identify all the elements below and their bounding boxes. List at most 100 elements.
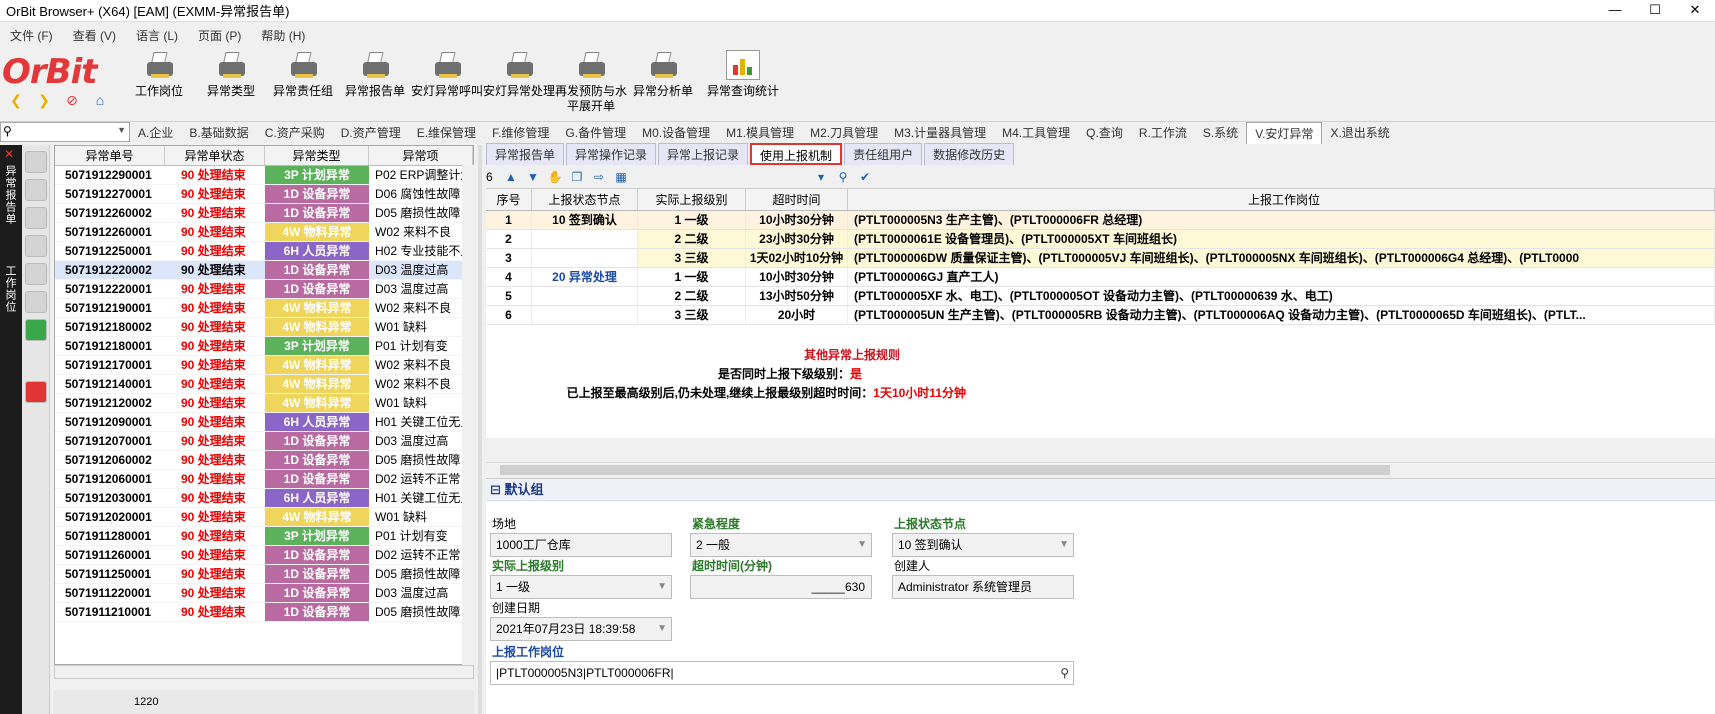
timeout-field[interactable]: _____630 [690,575,872,599]
edit-icon[interactable] [25,207,47,229]
node-select[interactable]: 10 签到确认 ▼ [892,533,1074,557]
alarm-icon[interactable] [25,381,47,403]
document-icon[interactable] [25,151,47,173]
module-tab[interactable]: E.维保管理 [409,122,484,144]
table-row[interactable]: 5071912060001 90 处理结束 1D 设备异常 D02 运转不正常 [55,470,473,489]
table-row[interactable]: 4 20 异常处理 1 一级 10小时30分钟 (PTLT000006GJ 直产工人) [486,268,1715,287]
table-row[interactable]: 5071912260001 90 处理结束 4W 物料异常 W02 来料不良 [55,223,473,242]
module-tab[interactable]: G.备件管理 [557,122,634,144]
delete-icon[interactable] [25,291,47,313]
vertical-scrollbar[interactable] [462,165,474,665]
toolbar-button-type[interactable]: 异常类型 [194,50,268,99]
copy-icon[interactable]: ❐ [568,169,586,185]
posts-field[interactable]: |PTLT000005N3|PTLT000006FR| ⚲ [490,661,1074,685]
column-header[interactable]: 异常类型 [265,146,369,165]
column-header[interactable]: 实际上报级别 [638,189,746,210]
toolbar-button-report[interactable]: 异常报告单 [338,50,412,99]
module-tab[interactable]: M0.设备管理 [634,122,718,144]
module-tab[interactable]: M2.刀具管理 [802,122,886,144]
tab-responsible-users[interactable]: 责任组用户 [844,143,923,165]
table-row[interactable]: 5071912090001 90 处理结束 6H 人员异常 H01 关键工位无人 [55,413,473,432]
dropdown-icon[interactable]: ▾ [812,169,830,185]
menu-page[interactable]: 页面 (P) [188,27,251,44]
table-row[interactable]: 5071912070001 90 处理结束 1D 设备异常 D03 温度过高 [55,432,473,451]
module-tab[interactable]: R.工作流 [1131,122,1195,144]
sidebar-item-report[interactable]: 异常报告单 [2,165,18,225]
group-header[interactable]: ⊟ 默认组 [486,479,1715,501]
table-row[interactable]: 5071912140001 90 处理结束 4W 物料异常 W02 来料不良 [55,375,473,394]
module-tab[interactable]: M3.计量器具管理 [886,122,994,144]
level-select[interactable]: 1 一级 ▼ [490,575,672,599]
urgency-select[interactable]: 2 一般 ▼ [690,533,872,557]
toolbar-button-post[interactable]: 工作岗位 [122,50,196,99]
table-row[interactable]: 5071912250001 90 处理结束 6H 人员异常 H02 专业技能不足 [55,242,473,261]
tab-report[interactable]: 异常报告单 [486,143,565,165]
menu-file[interactable]: 文件 (F) [0,27,63,44]
stop-icon[interactable]: ⊘ [60,90,84,110]
forward-icon[interactable]: ❯ [32,90,56,110]
toolbar-button-andon-call[interactable]: 安灯异常呼叫 [410,50,484,99]
module-tab[interactable]: B.基础数据 [181,122,256,144]
menu-view[interactable]: 查看 (V) [63,27,126,44]
table-row[interactable]: 5071912190001 90 处理结束 4W 物料异常 W02 来料不良 [55,299,473,318]
document-icon[interactable] [25,179,47,201]
table-row[interactable]: 5071912180002 90 处理结束 4W 物料异常 W01 缺料 [55,318,473,337]
table-row[interactable]: 1 10 签到确认 1 一级 10小时30分钟 (PTLT000005N3 生产主管)、… [486,211,1715,230]
menu-language[interactable]: 语言 (L) [126,27,188,44]
module-tab[interactable]: Q.查询 [1078,122,1131,144]
horizontal-scrollbar[interactable] [486,462,1715,476]
collapse-icon[interactable]: ⊟ [490,482,505,497]
columns-icon[interactable]: ▦ [612,169,630,185]
table-row[interactable]: 5071911250001 90 处理结束 1D 设备异常 D05 磨损性故障 [55,565,473,584]
close-icon[interactable]: ✕ [4,147,14,161]
table-row[interactable]: 5071912180001 90 处理结束 3P 计划异常 P01 计划有变 [55,337,473,356]
column-header[interactable]: 异常单状态 [165,146,265,165]
splitter[interactable] [478,145,482,714]
table-row[interactable]: 5071912260002 90 处理结束 1D 设备异常 D05 磨损性故障 [55,204,473,223]
table-row[interactable]: 5071911280001 90 处理结束 3P 计划异常 P01 计划有变 [55,527,473,546]
chevron-down-icon[interactable]: ✔ [856,169,874,185]
excel-icon[interactable] [25,319,47,341]
toolbar-button-andon-handle[interactable]: 安灯异常处理 [482,50,556,99]
creator-field[interactable]: Administrator 系统管理员 [892,575,1074,599]
menu-help[interactable]: 帮助 (H) [251,27,315,44]
toolbar-button-group[interactable]: 异常责任组 [266,50,340,99]
toolbar-button-statistics[interactable]: 异常查询统计 [698,50,788,99]
hand-icon[interactable]: ✋ [546,169,564,185]
module-tab[interactable]: D.资产管理 [333,122,409,144]
minimize-icon[interactable]: — [1595,0,1635,22]
tab-operation-log[interactable]: 异常操作记录 [566,143,657,165]
module-tab[interactable]: C.资产采购 [257,122,333,144]
horizontal-scrollbar[interactable] [54,665,474,679]
module-tab[interactable]: A.企业 [130,122,181,144]
home-icon[interactable]: ⌂ [88,90,112,110]
table-row[interactable]: 5071912030001 90 处理结束 6H 人员异常 H01 关键工位无人 [55,489,473,508]
module-tab[interactable]: M1.模具管理 [718,122,802,144]
first-icon[interactable]: ▲ [502,169,520,185]
column-header[interactable]: 超时时间 [746,189,848,210]
column-header[interactable]: 上报工作岗位 [848,189,1715,210]
table-row[interactable]: 5 2 二级 13小时50分钟 (PTLT000005XF 水、电工)、(PTLT00… [486,287,1715,306]
close-icon[interactable]: ✕ [1675,0,1715,22]
column-header[interactable]: 异常单号 [55,146,165,165]
last-icon[interactable]: ▼ [524,169,542,185]
table-row[interactable]: 3 3 三级 1天02小时10分钟 (PTLT000006DW 质量保证主管)、(PT… [486,249,1715,268]
column-header[interactable]: 序号 [486,189,532,210]
table-row[interactable]: 6 3 三级 20小时 (PTLT000005UN 生产主管)、(PTLT000005… [486,306,1715,325]
table-row[interactable]: 5071911220001 90 处理结束 1D 设备异常 D03 温度过高 [55,584,473,603]
sidebar-item-post[interactable]: 工作岗位 [2,265,18,313]
search-input[interactable]: ⚲ ▼ [0,122,130,142]
refresh-icon[interactable] [25,263,47,285]
tab-escalation-log[interactable]: 异常上报记录 [658,143,749,165]
site-field[interactable]: 1000工厂仓库 [490,533,672,557]
module-tab[interactable]: F.维修管理 [484,122,557,144]
module-tab[interactable]: S.系统 [1195,122,1246,144]
toolbar-button-prevention[interactable]: 再发预防与水平展开单 [554,50,628,114]
column-header[interactable]: 异常项 [369,146,473,165]
column-header[interactable]: 上报状态节点 [532,189,638,210]
toolbar-button-analysis[interactable]: 异常分析单 [626,50,700,99]
tab-escalation-mechanism[interactable]: 使用上报机制 [750,143,843,165]
export-icon[interactable]: ⇨ [590,169,608,185]
table-row[interactable]: 5071912170001 90 处理结束 4W 物料异常 W02 来料不良 [55,356,473,375]
table-row[interactable]: 5071911210001 90 处理结束 1D 设备异常 D05 磨损性故障 [55,603,473,622]
